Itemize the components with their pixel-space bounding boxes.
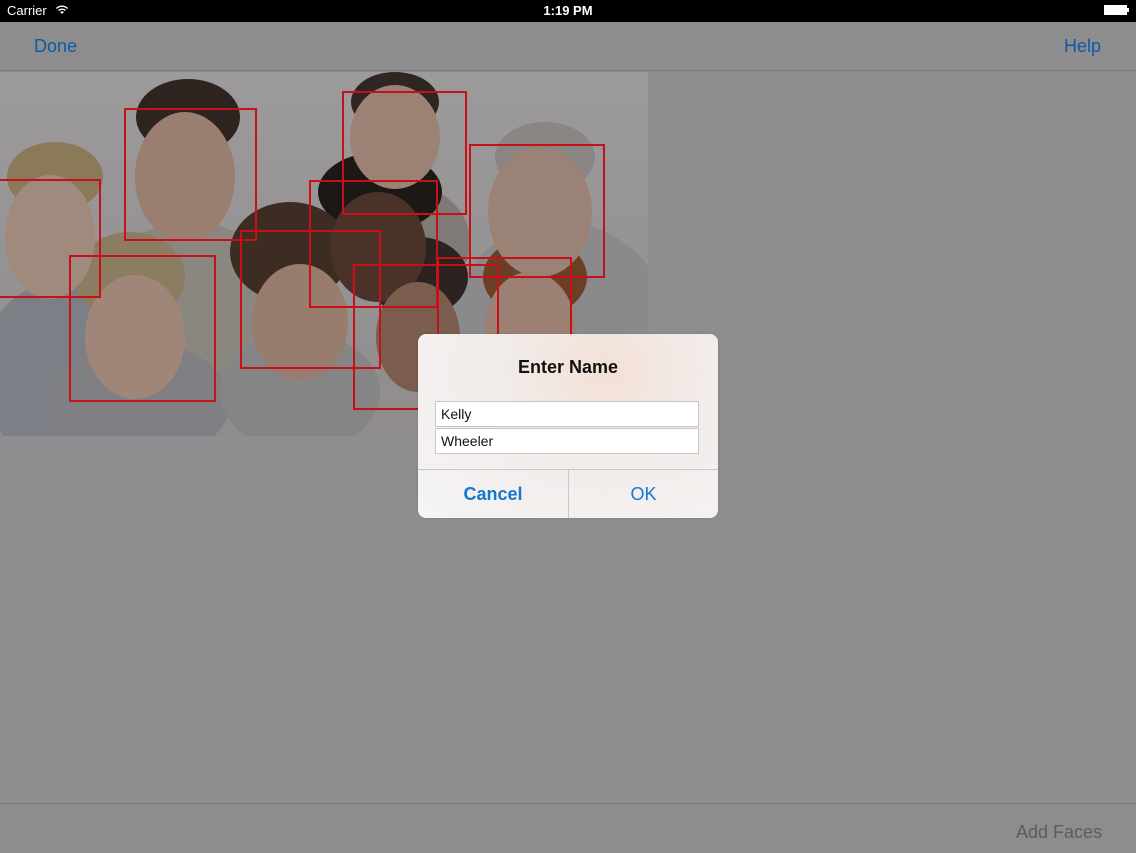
last-name-field[interactable]: [435, 428, 699, 454]
alert-title: Enter Name: [517, 357, 619, 377]
first-name-field[interactable]: [435, 401, 699, 427]
bottom-toolbar: Add Faces: [0, 803, 1136, 853]
add-faces-button[interactable]: Add Faces: [1016, 822, 1102, 843]
cancel-button[interactable]: Cancel: [418, 470, 568, 518]
help-button[interactable]: Help: [1064, 36, 1101, 57]
battery-icon: [1104, 5, 1129, 15]
enter-name-alert: Enter Name Cancel OK: [418, 334, 718, 518]
navigation-bar: Done Help: [0, 22, 1136, 71]
clock: 1:19 PM: [543, 3, 593, 18]
ok-button[interactable]: OK: [569, 470, 718, 518]
status-bar: Carrier 1:19 PM: [0, 0, 1136, 22]
done-button[interactable]: Done: [34, 36, 77, 57]
